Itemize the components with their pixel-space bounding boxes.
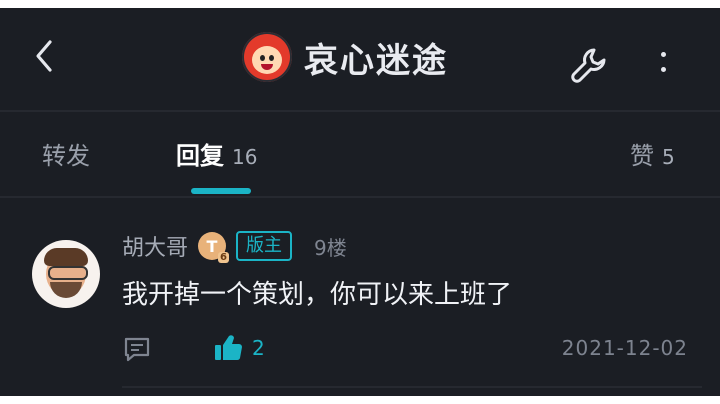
tab-replies[interactable]: 回复 16 bbox=[176, 136, 257, 171]
more-button[interactable] bbox=[648, 42, 678, 82]
avatar[interactable] bbox=[32, 240, 100, 308]
tabs-divider bbox=[0, 196, 720, 198]
tab-count: 16 bbox=[232, 145, 258, 169]
level-number: 6 bbox=[218, 252, 230, 263]
back-button[interactable] bbox=[24, 34, 64, 78]
reply-divider bbox=[122, 386, 702, 388]
level-letter: T bbox=[206, 236, 218, 256]
mascot-avatar-icon bbox=[242, 32, 292, 82]
status-strip-top bbox=[0, 0, 720, 8]
more-vertical-icon bbox=[660, 52, 666, 57]
tab-label: 赞 bbox=[630, 142, 654, 170]
thumbs-up-icon bbox=[215, 335, 242, 361]
app-screen: 哀心迷途 转发 回复 16 赞5 胡大哥 T 6 版主 9楼 我开掉一个策划，你… bbox=[0, 0, 720, 404]
reply-item[interactable]: 胡大哥 T 6 版主 9楼 我开掉一个策划，你可以来上班了 2 2021-12-… bbox=[0, 200, 720, 390]
like-count: 2 bbox=[252, 336, 265, 360]
like-button[interactable] bbox=[212, 332, 244, 364]
comment-button[interactable] bbox=[122, 334, 152, 364]
settings-button[interactable] bbox=[568, 44, 612, 88]
title-group: 哀心迷途 bbox=[242, 32, 448, 82]
active-tab-indicator bbox=[191, 188, 251, 194]
tab-label: 回复 bbox=[176, 142, 224, 170]
tab-likes[interactable]: 赞5 bbox=[630, 136, 675, 171]
role-badge: 版主 bbox=[236, 231, 293, 261]
tab-count: 5 bbox=[662, 145, 675, 169]
status-strip-bottom bbox=[0, 396, 720, 404]
wrench-icon bbox=[571, 48, 606, 83]
reply-actions: 2 2021-12-02 bbox=[122, 330, 702, 370]
tab-bar: 转发 回复 16 赞5 bbox=[0, 112, 720, 196]
comment-icon bbox=[124, 337, 150, 362]
back-arrow-icon bbox=[36, 40, 52, 72]
tab-label: 转发 bbox=[42, 142, 90, 170]
top-bar: 哀心迷途 bbox=[0, 8, 720, 110]
username[interactable]: 胡大哥 bbox=[122, 230, 188, 262]
tab-forward[interactable]: 转发 bbox=[42, 136, 90, 171]
level-badge: T 6 bbox=[198, 232, 230, 263]
page-title: 哀心迷途 bbox=[304, 40, 448, 81]
user-meta: 胡大哥 T 6 版主 9楼 bbox=[122, 230, 347, 263]
reply-content: 我开掉一个策划，你可以来上班了 bbox=[122, 280, 513, 310]
reply-date: 2021-12-02 bbox=[561, 336, 688, 360]
floor-number: 9楼 bbox=[314, 235, 347, 260]
